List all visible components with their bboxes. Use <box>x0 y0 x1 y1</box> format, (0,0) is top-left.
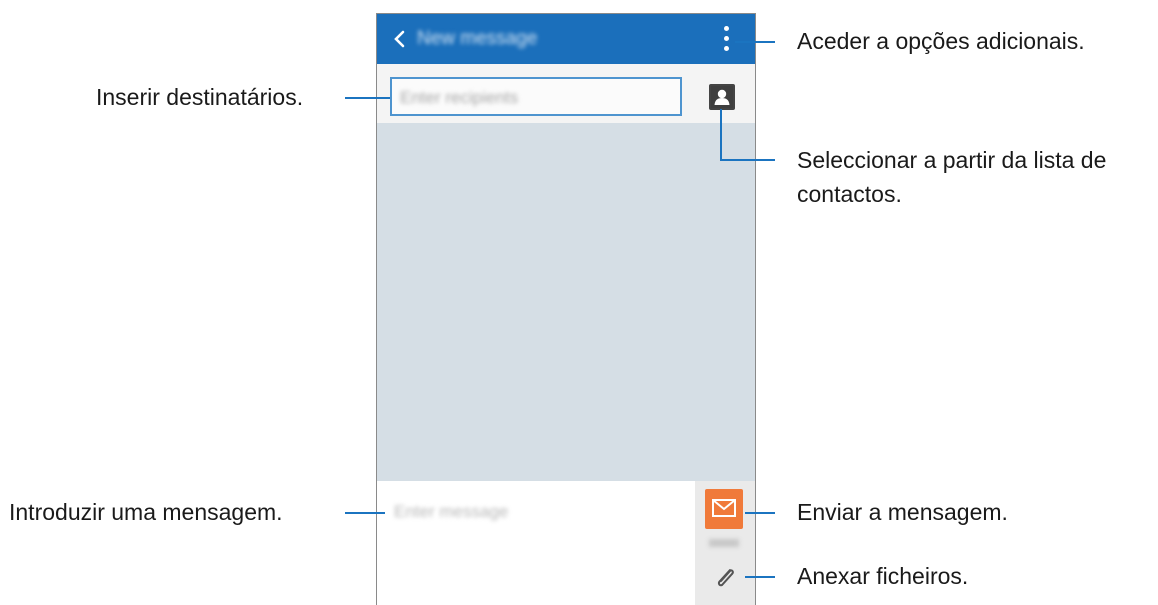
leader-line-more-options <box>735 41 775 43</box>
back-icon[interactable] <box>391 29 409 49</box>
contact-picker-button[interactable] <box>709 84 735 110</box>
attach-button[interactable] <box>710 562 740 592</box>
leader-line-attach <box>745 576 775 578</box>
recipient-placeholder: Enter recipients <box>400 88 519 107</box>
callout-send: Enviar a mensagem. <box>797 499 1008 525</box>
callout-recipients: Inserir destinatários. <box>96 84 304 110</box>
recipient-input[interactable]: Enter recipients <box>390 77 682 116</box>
contact-icon <box>711 86 733 108</box>
recipient-row: Enter recipients <box>377 64 755 123</box>
callout-contacts-line-2: contactos. <box>797 181 902 207</box>
send-button[interactable] <box>705 489 743 529</box>
send-counter <box>709 539 739 547</box>
paperclip-icon <box>717 569 734 587</box>
callout-message: Introduzir uma mensagem. <box>9 499 283 525</box>
leader-line-message <box>345 512 385 514</box>
callout-attach: Anexar ficheiros. <box>797 563 969 589</box>
callout-contacts-line-1: Seleccionar a partir da lista de <box>797 147 1107 173</box>
leader-line-contacts-vertical <box>720 109 722 161</box>
screen-title: New message <box>417 28 538 49</box>
more-options-icon[interactable] <box>721 26 731 54</box>
send-message-icon <box>712 499 736 517</box>
app-bar: New message <box>377 14 755 64</box>
leader-line-contacts <box>720 159 775 161</box>
leader-line-send <box>745 512 775 514</box>
callout-more-options: Aceder a opções adicionais. <box>797 28 1085 54</box>
message-placeholder: Enter message <box>394 502 509 521</box>
message-input[interactable]: Enter message <box>377 481 695 605</box>
phone-screen: New message Enter recipients Enter messa… <box>376 13 756 605</box>
leader-line-recipients <box>345 97 390 99</box>
